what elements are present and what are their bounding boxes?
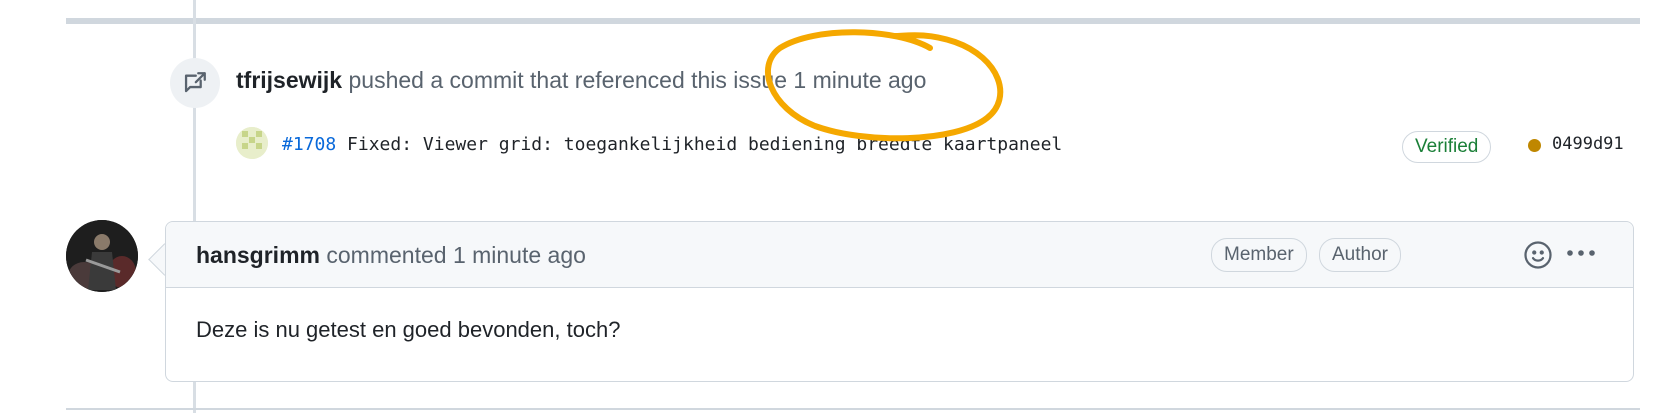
commit-author-avatar[interactable] xyxy=(236,127,268,159)
commit-row: #1708 Fixed: Viewer grid: toegankelijkhe… xyxy=(236,124,1640,168)
comment-card: hansgrimm commented 1 minute ago Member … xyxy=(165,221,1634,382)
comment-author-avatar[interactable] xyxy=(66,220,138,292)
timeline-bottom-divider xyxy=(66,408,1640,410)
commit-issue-link[interactable]: #1708 xyxy=(282,134,336,155)
event-actor-link[interactable]: tfrijsewijk xyxy=(236,67,342,93)
add-reaction-button[interactable] xyxy=(1523,240,1553,270)
comment-options-button[interactable] xyxy=(1561,238,1601,268)
event-timestamp[interactable]: 1 minute ago xyxy=(793,67,926,93)
member-role-badge: Member xyxy=(1211,238,1307,272)
timeline-top-divider xyxy=(66,18,1640,24)
verified-badge[interactable]: Verified xyxy=(1402,131,1492,163)
commit-sha-link[interactable]: 0499d91 xyxy=(1552,134,1624,154)
comment-author-link[interactable]: hansgrimm xyxy=(196,242,320,268)
event-action-text: pushed a commit that referenced this iss… xyxy=(348,67,788,93)
commit-status-indicator[interactable] xyxy=(1528,139,1541,152)
comment-action-text: commented xyxy=(326,242,447,268)
comment-timestamp[interactable]: 1 minute ago xyxy=(453,242,586,268)
commit-message-text[interactable]: Fixed: Viewer grid: toegankelijkheid bed… xyxy=(347,134,1062,155)
commit-message: #1708 Fixed: Viewer grid: toegankelijkhe… xyxy=(282,134,1062,155)
event-description: tfrijsewijk pushed a commit that referen… xyxy=(236,66,926,94)
comment-header: hansgrimm commented 1 minute ago Member … xyxy=(166,222,1633,288)
cross-reference-icon xyxy=(184,72,206,93)
author-role-badge: Author xyxy=(1319,238,1401,272)
smiley-icon xyxy=(1524,241,1552,269)
kebab-horizontal-icon xyxy=(1567,250,1595,256)
comment-header-text: hansgrimm commented 1 minute ago xyxy=(196,242,586,269)
comment-body: Deze is nu getest en goed bevonden, toch… xyxy=(196,317,621,342)
cross-reference-badge xyxy=(170,58,220,108)
